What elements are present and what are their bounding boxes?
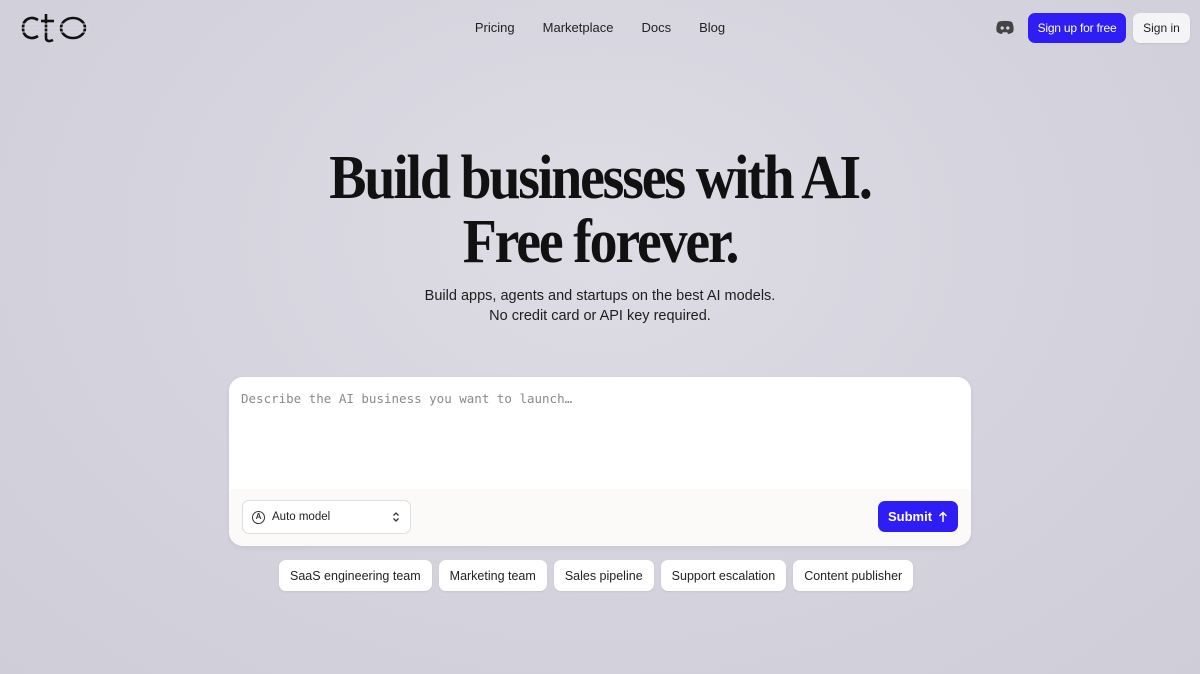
hero-headline-line1: Build businesses with AI. [329,144,873,212]
business-prompt-input[interactable] [229,377,971,489]
nav-pricing[interactable]: Pricing [461,18,529,38]
chip-support-escalation[interactable]: Support escalation [660,560,787,591]
nav-blog[interactable]: Blog [685,18,739,38]
hero-headline-line2: Free forever. [462,208,740,276]
model-select-label: Auto model [272,511,331,523]
nav-marketplace[interactable]: Marketplace [529,18,628,38]
hero-sub-line2: No credit card or API key required. [489,308,711,324]
main-nav: Pricing Marketplace Docs Blog [0,18,1200,38]
discord-icon[interactable] [995,19,1015,35]
chip-content-publisher[interactable]: Content publisher [793,560,914,591]
hero-subheadline: Build apps, agents and startups on the b… [0,286,1200,326]
nav-docs[interactable]: Docs [627,18,685,38]
chip-marketing-team[interactable]: Marketing team [438,560,547,591]
chip-saas-engineering-team[interactable]: SaaS engineering team [279,560,432,591]
signin-button[interactable]: Sign in [1133,13,1190,43]
chip-sales-pipeline[interactable]: Sales pipeline [553,560,654,591]
auto-model-icon: A [252,510,265,524]
submit-button[interactable]: Submit [878,501,958,532]
prompt-card: A Auto model Submit [229,377,971,546]
model-select[interactable]: A Auto model [242,500,411,534]
suggestion-chips: SaaS engineering team Marketing team Sal… [279,560,914,591]
signup-button[interactable]: Sign up for free [1028,13,1126,43]
chevron-up-down-icon [393,512,399,522]
arrow-up-icon [939,510,948,522]
submit-label: Submit [887,509,933,524]
hero-sub-line1: Build apps, agents and startups on the b… [424,288,776,304]
hero-headline: Build businesses with AI. Free forever. [60,146,1140,274]
prompt-toolbar: A Auto model Submit [229,489,971,546]
